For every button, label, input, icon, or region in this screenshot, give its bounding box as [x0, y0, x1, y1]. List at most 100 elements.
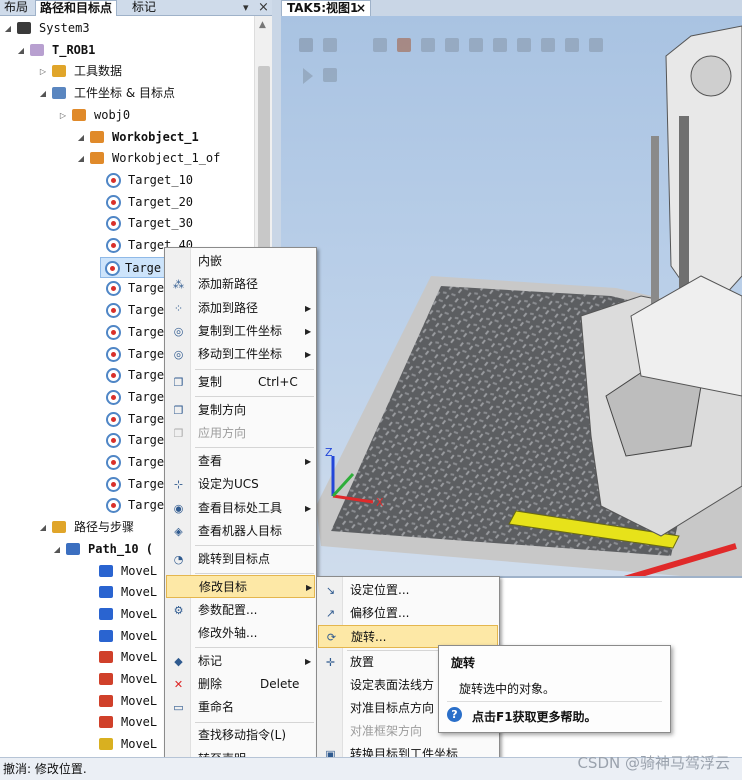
rotate-tooltip: 旋转 旋转选中的对象。 ? 点击F1获取更多帮助。	[438, 645, 671, 733]
tree-item-label: Path_10 (	[88, 541, 154, 556]
collapse-icon[interactable]: ◢	[76, 148, 86, 169]
expand-icon[interactable]: ▷	[38, 61, 48, 82]
menu-item[interactable]: ⁘ 添加到路径 ▶	[166, 297, 315, 320]
tree-item[interactable]: ◢ Workobject_1_of	[0, 148, 254, 169]
menu-item-label: 修改外轴...	[198, 626, 258, 640]
target-icon	[106, 433, 121, 449]
menu-item[interactable]: ❐ 复制方向	[166, 399, 315, 422]
menu-item[interactable]: ◔ 跳转到目标点	[166, 548, 315, 571]
target-icon	[106, 346, 121, 362]
menu-item[interactable]: ◆ 标记 ▶	[166, 650, 315, 673]
collapse-icon[interactable]: ◢	[76, 127, 86, 148]
menu-item[interactable]: 查看 ▶	[166, 450, 315, 473]
menu-item[interactable]: ◈ 查看机器人目标	[166, 520, 315, 543]
tree-item[interactable]: ▷ wobj0	[0, 105, 254, 126]
tooltip-description: 旋转选中的对象。	[459, 682, 556, 696]
menu-item[interactable]: ⚙ 参数配置...	[166, 599, 315, 622]
menu-item[interactable]: ◉ 查看目标处工具 ▶	[166, 497, 315, 520]
copy-icon: ❐	[173, 376, 184, 389]
workobject-folder-icon	[52, 87, 66, 100]
menu-separator	[195, 721, 314, 723]
tree-item[interactable]: Target_10	[0, 170, 254, 191]
menu-item[interactable]: ◎ 移动到工件坐标 ▶	[166, 343, 315, 366]
robot-task-icon	[30, 43, 44, 56]
tree-item-label: Targe	[128, 455, 165, 469]
menu-item[interactable]: ⊹ 设定为UCS	[166, 473, 315, 496]
expand-icon[interactable]: ▷	[58, 105, 68, 126]
menu-item-label: 查看目标处工具	[198, 500, 283, 515]
collapse-icon[interactable]: ◢	[52, 539, 62, 560]
tooltip-help-text: 点击F1获取更多帮助。	[472, 710, 597, 724]
collapse-icon[interactable]: ◢	[38, 517, 48, 538]
close-icon[interactable]: ×	[258, 0, 269, 16]
menu-item[interactable]: ▭ 重命名	[166, 696, 315, 719]
tree-item-label: Target_20	[128, 194, 194, 209]
movel-warn-icon	[99, 673, 113, 685]
tree-item-label: Targe	[128, 324, 165, 339]
target-icon	[106, 194, 121, 210]
scrollbar-thumb[interactable]	[258, 66, 270, 276]
collapse-icon[interactable]: ◢	[3, 18, 13, 39]
menu-item-label: 旋转...	[351, 630, 387, 644]
rotate-icon: ⟳	[326, 631, 337, 644]
menu-item[interactable]: 修改外轴...	[166, 622, 315, 645]
tree-item[interactable]: ▷ 工具数据	[0, 61, 254, 82]
target-icon	[106, 389, 121, 405]
tab-view1[interactable]: TAK5:视图1 ×	[281, 0, 371, 16]
scroll-up-icon[interactable]: ▲	[259, 20, 266, 30]
menu-item[interactable]: ↗ 偏移位置...	[318, 602, 498, 625]
tree-item[interactable]: Targe	[100, 256, 166, 278]
add-to-path-icon: ⁘	[173, 301, 184, 315]
tree-item[interactable]: Target_30	[0, 213, 254, 234]
menu-item[interactable]: ◎ 复制到工件坐标 ▶	[166, 320, 315, 343]
menu-item-label: 设定位置...	[350, 583, 410, 597]
menu-item-label: 查找移动指令(L)	[198, 728, 287, 743]
tree-item-label: Targe	[128, 411, 165, 426]
menu-item-label: 设定为UCS	[198, 477, 259, 492]
menu-separator	[195, 572, 314, 574]
menu-item-label: 内嵌	[198, 254, 223, 268]
view-close-icon[interactable]: ×	[356, 1, 366, 16]
tree-item[interactable]: ◢ Workobject_1	[0, 127, 254, 148]
collapse-icon[interactable]: ◢	[16, 40, 26, 61]
3d-viewport[interactable]: X Z	[281, 16, 742, 576]
configurations-icon: ⚙	[173, 603, 184, 617]
target-icon	[106, 368, 121, 384]
tab-tags[interactable]: 标记	[128, 0, 160, 16]
menu-item[interactable]: ❐ 复制 Ctrl+C	[166, 371, 315, 394]
collapse-icon[interactable]: ◢	[38, 83, 48, 104]
set-ucs-icon: ⊹	[173, 478, 184, 492]
tree-item[interactable]: ◢ System3	[0, 18, 254, 39]
menu-item[interactable]: 查找移动指令(L)	[166, 724, 315, 747]
target-icon	[106, 411, 121, 427]
movel-icon	[99, 564, 113, 577]
menu-separator	[195, 447, 314, 449]
menu-item[interactable]: ⁂ 添加新路径	[166, 273, 315, 296]
menu-item-label: 对准框架方向	[350, 724, 423, 738]
tree-item-label: Targe	[128, 368, 165, 383]
tab-layout[interactable]: 布局	[0, 0, 32, 16]
menu-item[interactable]: 内嵌	[166, 250, 315, 273]
movel-alert-icon	[99, 738, 113, 751]
3d-scene: X Z	[299, 25, 742, 576]
menu-item[interactable]: ✕ 删除 Delete	[166, 673, 315, 696]
station-icon	[17, 22, 31, 34]
status-text: 撤消: 修改位置.	[3, 762, 87, 776]
target-icon	[106, 281, 121, 297]
tree-item-label: 路径与步骤	[74, 520, 135, 535]
target-icon	[106, 324, 121, 340]
pin-dropdown-icon[interactable]: ▾	[243, 0, 249, 16]
submenu-arrow-icon: ▶	[305, 656, 312, 666]
tree-item[interactable]: ◢ T_ROB1	[0, 40, 254, 61]
move-to-wobj-icon: ◎	[173, 348, 184, 362]
menu-item-label: 查看机器人目标	[198, 523, 283, 538]
apply-orientation-icon: ❐	[173, 427, 184, 441]
menu-item-label: 复制到工件坐标	[198, 323, 283, 338]
menu-item[interactable]: ↘ 设定位置...	[318, 579, 498, 602]
tree-item[interactable]: ◢ 工件坐标 & 目标点	[0, 83, 254, 104]
menu-item-label: 修改目标	[199, 580, 248, 595]
tree-item[interactable]: Target_20	[0, 192, 254, 213]
menu-item[interactable]: 修改目标 ▶	[166, 575, 315, 599]
new-path-icon: ⁂	[173, 278, 184, 292]
tab-paths-targets[interactable]: 路径和目标点	[35, 0, 118, 16]
